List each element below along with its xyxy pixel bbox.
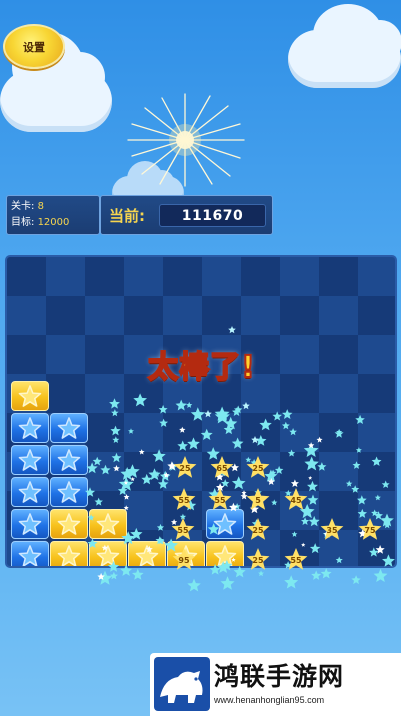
watermark: 鸿联手游网 www.henanhonglian95.com: [150, 653, 401, 716]
blue-star-tile[interactable]: [11, 509, 49, 539]
settings-label: 设置: [23, 40, 45, 54]
target-value: 12000: [37, 217, 70, 228]
sparkle-star-icon: [373, 568, 388, 582]
blue-star-tile[interactable]: [50, 413, 88, 443]
star-icon: [18, 513, 42, 535]
yellow-star-tile[interactable]: [206, 541, 244, 566]
sparkle-star-icon: [284, 575, 299, 589]
sparkle-star-icon: [97, 572, 105, 580]
star-icon: [96, 513, 120, 535]
blue-star-tile[interactable]: [50, 445, 88, 475]
blue-star-tile[interactable]: [11, 445, 49, 475]
sparkle-star-icon: [258, 570, 264, 577]
level-value: 8: [37, 201, 44, 212]
star-icon: [96, 545, 120, 566]
yellow-star-tile[interactable]: [50, 509, 88, 539]
blue-star-tile[interactable]: [206, 509, 244, 539]
sparkle-star-icon: [97, 570, 113, 585]
blue-star-tile[interactable]: [11, 477, 49, 507]
level-info-panel: 关卡: 8 目标: 12000: [6, 195, 100, 235]
star-icon: [174, 545, 198, 566]
target-label: 目标:: [11, 217, 35, 228]
star-icon: [57, 481, 81, 503]
current-score-value: 111670: [159, 204, 266, 227]
blue-star-tile[interactable]: [50, 477, 88, 507]
cloud-decoration: [0, 32, 112, 132]
watermark-title: 鸿联手游网: [214, 662, 345, 691]
star-icon: [135, 545, 159, 566]
bison-logo-icon: [154, 657, 210, 711]
settings-button[interactable]: 设置: [3, 24, 65, 69]
star-icon: [213, 545, 237, 566]
praise-banner: 太棒了!: [147, 349, 256, 386]
yellow-star-tile[interactable]: [167, 541, 205, 566]
star-icon: [18, 385, 42, 407]
star-icon: [57, 513, 81, 535]
star-icon: [57, 449, 81, 471]
star-icon: [18, 545, 42, 566]
yellow-star-tile[interactable]: [89, 541, 127, 566]
star-icon: [18, 449, 42, 471]
sparkle-star-icon: [311, 570, 322, 580]
sparkle-star-icon: [351, 575, 361, 585]
sparkle-star-icon: [132, 568, 144, 580]
yellow-star-tile[interactable]: [50, 541, 88, 566]
star-icon: [57, 417, 81, 439]
sparkle-star-icon: [320, 568, 332, 579]
sparkle-star-icon: [220, 576, 235, 590]
star-icon: [18, 417, 42, 439]
level-label: 关卡:: [11, 201, 35, 212]
blue-star-tile[interactable]: [11, 413, 49, 443]
watermark-url: www.henanhonglian95.com: [214, 695, 325, 705]
star-icon: [18, 481, 42, 503]
score-panel: 当前: 111670: [100, 195, 273, 235]
current-score-label: 当前:: [109, 207, 145, 225]
star-icon: [57, 545, 81, 566]
firework-sparkle-icon: [127, 93, 245, 187]
blue-star-tile[interactable]: [11, 541, 49, 566]
star-icon: [213, 513, 237, 535]
sparkle-star-icon: [109, 571, 118, 580]
yellow-star-tile[interactable]: [89, 509, 127, 539]
sparkle-star-icon: [187, 578, 201, 592]
yellow-star-tile[interactable]: [11, 381, 49, 411]
game-board[interactable]: [5, 255, 397, 568]
cloud-decoration: [288, 4, 401, 88]
yellow-star-tile[interactable]: [128, 541, 166, 566]
